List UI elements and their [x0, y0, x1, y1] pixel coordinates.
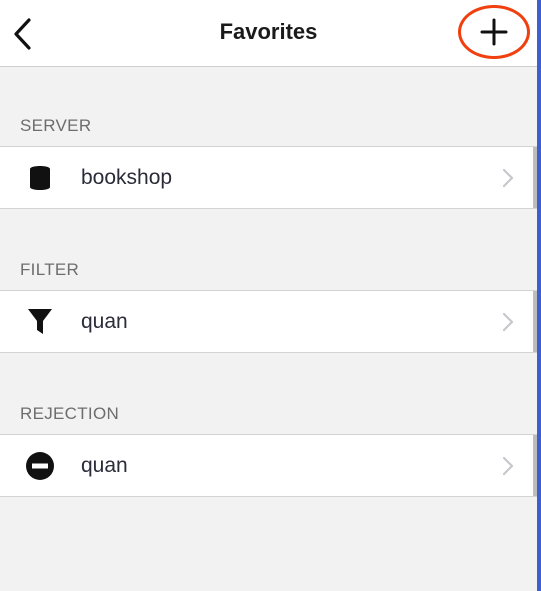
section-header-server: SERVER [20, 116, 92, 135]
favorite-row-rejection[interactable]: quan [0, 434, 537, 497]
navigation-bar: Favorites [0, 0, 537, 67]
chevron-right-icon [502, 312, 514, 332]
section-header-filter: FILTER [20, 260, 80, 279]
chevron-right-icon [502, 456, 514, 476]
row-label: quan [81, 454, 128, 477]
page-title: Favorites [219, 19, 318, 44]
window-edge [537, 0, 541, 591]
chevron-right-icon [502, 168, 514, 188]
favorites-screen: Favorites SERVER bookshop FILTER quan RE… [0, 0, 541, 591]
row-label: bookshop [81, 166, 173, 189]
section-header-rejection: REJECTION [20, 404, 120, 423]
add-button-highlight [458, 5, 530, 59]
favorite-row-server[interactable]: bookshop [0, 146, 537, 209]
row-label: quan [81, 310, 128, 333]
favorite-row-filter[interactable]: quan [0, 290, 537, 353]
database-icon [24, 163, 56, 193]
minus-circle-icon [24, 451, 56, 481]
add-favorite-button[interactable] [458, 5, 530, 59]
funnel-icon [24, 307, 56, 337]
